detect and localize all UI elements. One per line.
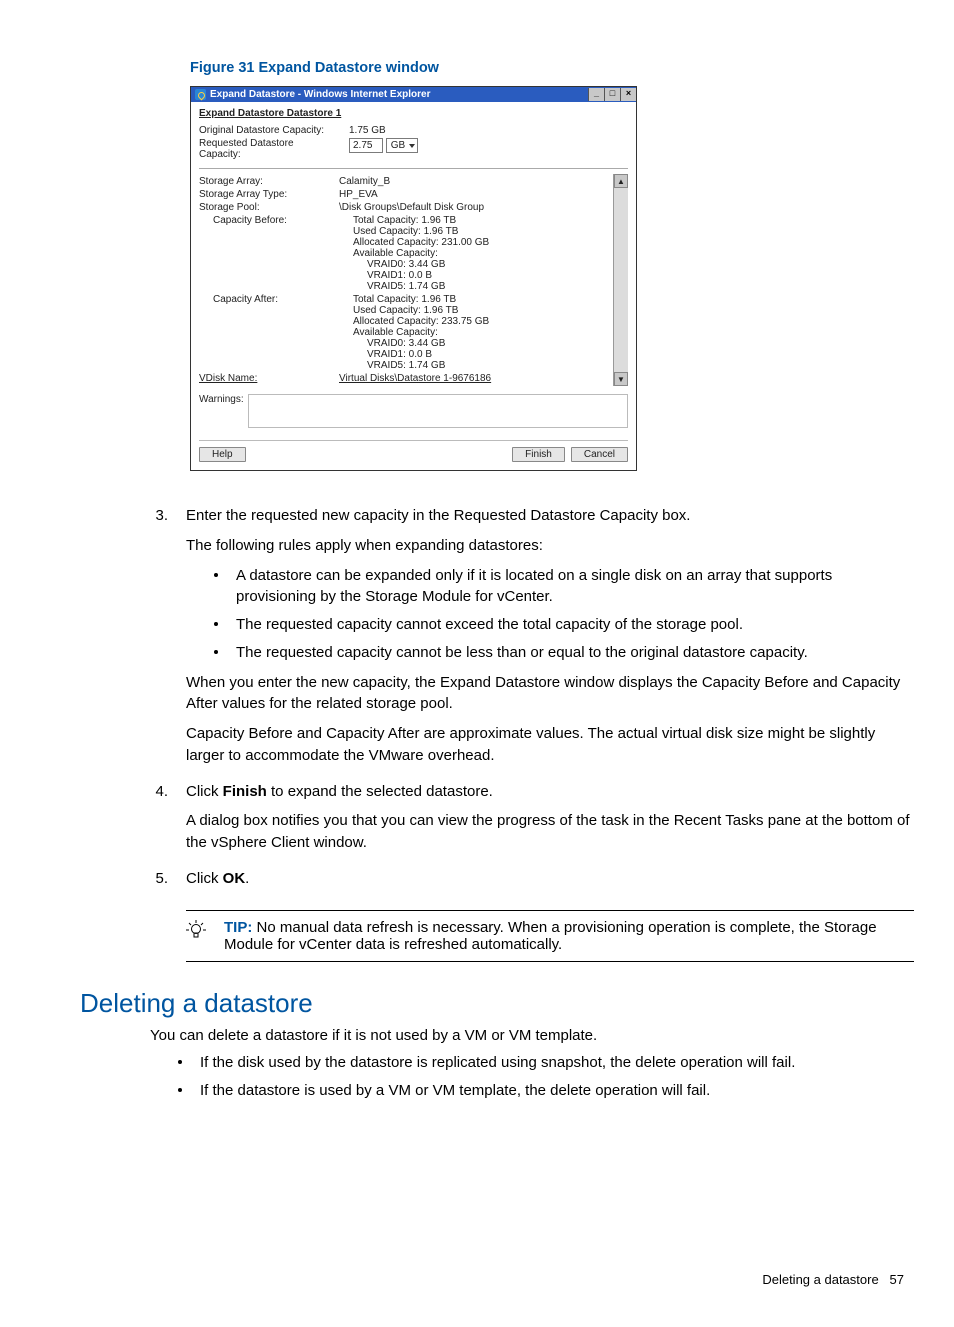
capacity-after-block: Total Capacity: 1.96 TB Used Capacity: 1… <box>353 294 613 371</box>
list-item: If the disk used by the datastore is rep… <box>172 1052 914 1074</box>
list-item: The requested capacity cannot be less th… <box>208 642 914 664</box>
storage-pool-value: \Disk Groups\Default Disk Group <box>339 202 613 213</box>
list-item: If the datastore is used by a VM or VM t… <box>172 1080 914 1102</box>
step-3: 3. Enter the requested new capacity in t… <box>140 505 914 767</box>
maximize-button[interactable]: □ <box>604 88 620 101</box>
minimize-button[interactable]: _ <box>588 88 604 101</box>
list-item: A datastore can be expanded only if it i… <box>208 565 914 609</box>
scroll-up-icon[interactable]: ▲ <box>614 174 628 188</box>
tip-block: TIP: No manual data refresh is necessary… <box>186 910 914 962</box>
page-footer: Deleting a datastore 57 <box>80 1272 914 1287</box>
close-button[interactable]: × <box>620 88 636 101</box>
cancel-button[interactable]: Cancel <box>571 447 628 462</box>
warnings-label: Warnings: <box>199 394 244 405</box>
ie-icon <box>195 89 206 100</box>
step-5: 5. Click OK. <box>140 868 914 890</box>
requested-capacity-label: Requested Datastore Capacity: <box>199 138 335 160</box>
unit-select[interactable]: GB <box>386 138 418 153</box>
figure-caption: Figure 31 Expand Datastore window <box>190 60 914 76</box>
help-button[interactable]: Help <box>199 447 246 462</box>
original-capacity-label: Original Datastore Capacity: <box>199 125 335 136</box>
vdisk-name-value: Virtual Disks\Datastore 1-9676186 <box>339 373 613 384</box>
expand-datastore-window: Expand Datastore - Windows Internet Expl… <box>190 86 637 471</box>
storage-array-type-value: HP_EVA <box>339 189 613 200</box>
section-heading: Deleting a datastore <box>80 988 914 1019</box>
window-title: Expand Datastore - Windows Internet Expl… <box>210 89 588 100</box>
storage-array-type-label: Storage Array Type: <box>199 189 335 200</box>
requested-capacity-input[interactable]: 2.75 <box>349 138 383 153</box>
titlebar: Expand Datastore - Windows Internet Expl… <box>191 87 636 102</box>
finish-button[interactable]: Finish <box>512 447 565 462</box>
delete-intro: You can delete a datastore if it is not … <box>150 1025 914 1047</box>
storage-array-label: Storage Array: <box>199 176 335 187</box>
capacity-before-block: Total Capacity: 1.96 TB Used Capacity: 1… <box>353 215 613 292</box>
step-4: 4. Click Finish to expand the selected d… <box>140 781 914 854</box>
scroll-down-icon[interactable]: ▼ <box>614 372 628 386</box>
steps-list: 3. Enter the requested new capacity in t… <box>140 505 914 890</box>
chevron-down-icon <box>409 144 415 148</box>
dialog-heading: Expand Datastore Datastore 1 <box>199 108 628 119</box>
warnings-textarea <box>248 394 628 428</box>
storage-pool-label: Storage Pool: <box>199 202 335 213</box>
tip-icon <box>186 919 206 953</box>
scrollbar[interactable]: ▲ ▼ <box>613 174 628 386</box>
capacity-before-label: Capacity Before: <box>199 215 349 226</box>
storage-array-value: Calamity_B <box>339 176 613 187</box>
list-item: The requested capacity cannot exceed the… <box>208 614 914 636</box>
vdisk-name-label: VDisk Name: <box>199 373 335 384</box>
original-capacity-value: 1.75 GB <box>339 125 628 136</box>
capacity-after-label: Capacity After: <box>199 294 349 305</box>
